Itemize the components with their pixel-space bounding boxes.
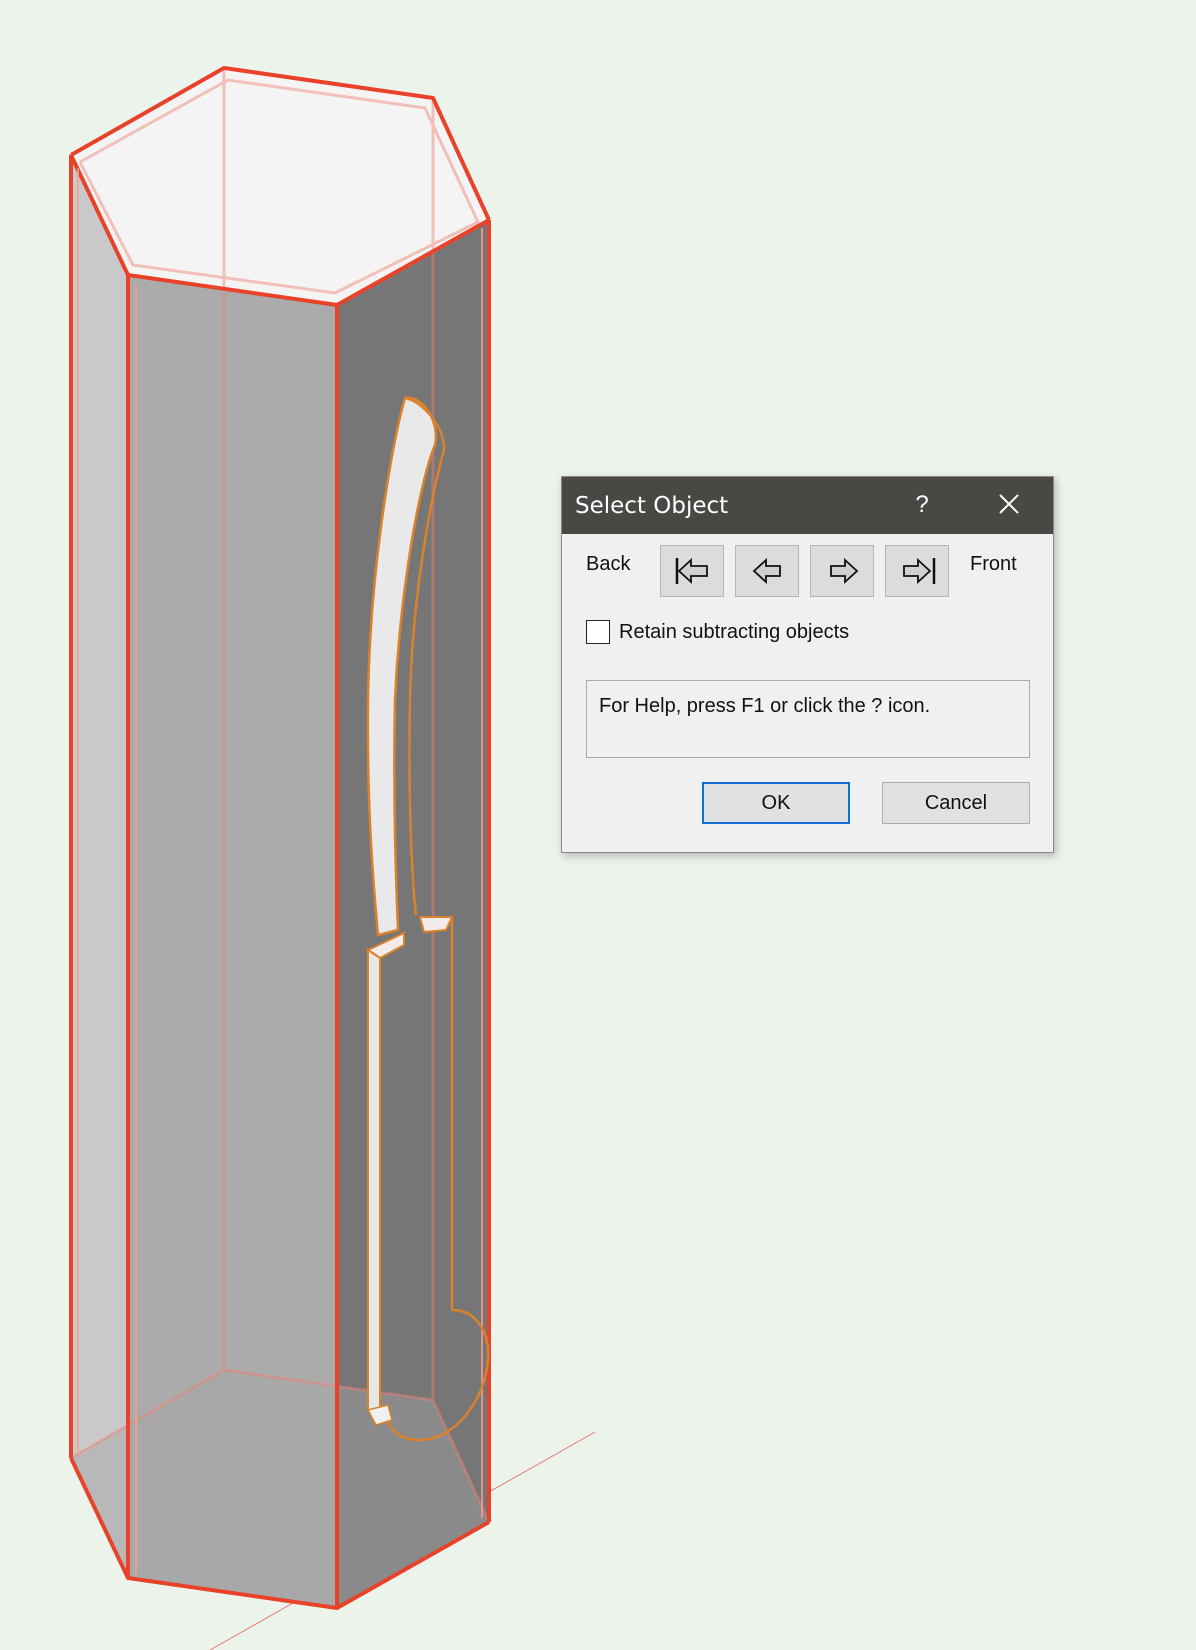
bring-forward-icon: [830, 557, 859, 585]
cancel-button[interactable]: Cancel: [882, 782, 1030, 824]
retain-subtracting-label[interactable]: Retain subtracting objects: [619, 621, 849, 644]
send-to-back-icon: [675, 557, 708, 585]
dialog-titlebar[interactable]: Select Object ?: [562, 477, 1053, 534]
help-text-box: For Help, press F1 or click the ? icon.: [586, 680, 1030, 758]
hexagonal-prism[interactable]: [69, 66, 491, 1610]
bring-to-front-button[interactable]: [885, 545, 949, 597]
send-to-back-button[interactable]: [660, 545, 724, 597]
help-text: For Help, press F1 or click the ? icon.: [599, 695, 931, 717]
help-button[interactable]: ?: [902, 487, 942, 523]
front-label: Front: [970, 553, 1017, 575]
close-icon: [999, 494, 1019, 514]
bring-forward-button[interactable]: [810, 545, 874, 597]
cutter-shoulder-right: [418, 916, 454, 934]
prism-left-face: [71, 155, 128, 1578]
send-backward-button[interactable]: [735, 545, 799, 597]
dialog-title: Select Object: [575, 493, 729, 519]
close-button[interactable]: [989, 487, 1029, 523]
select-object-dialog: Select Object ? Back Front Retain subtra…: [561, 476, 1054, 853]
back-label: Back: [586, 553, 631, 575]
retain-subtracting-checkbox[interactable]: [586, 620, 610, 644]
send-backward-icon: [752, 557, 781, 585]
ok-button[interactable]: OK: [702, 782, 850, 824]
help-icon: ?: [915, 491, 929, 518]
cutter-shaft: [367, 948, 381, 1423]
bring-to-front-icon: [903, 557, 936, 585]
